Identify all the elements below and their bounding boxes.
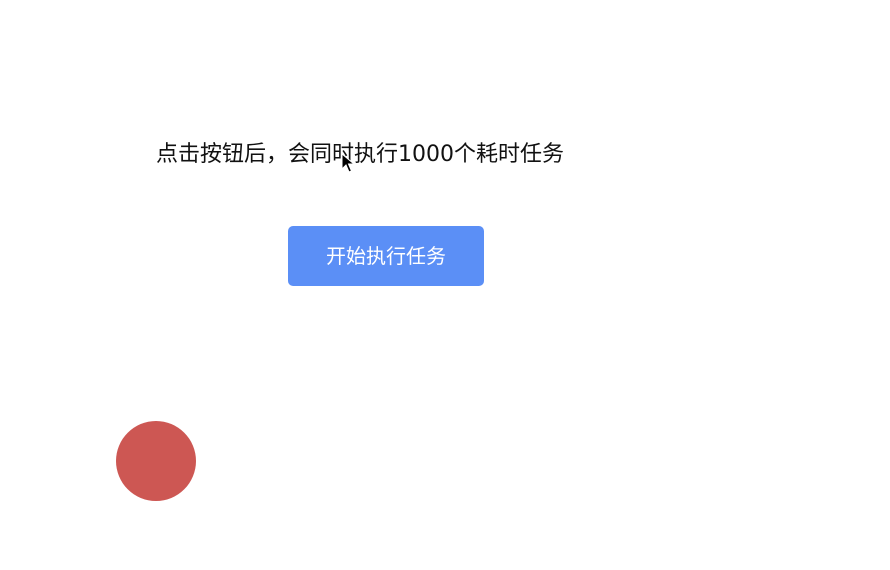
start-tasks-button[interactable]: 开始执行任务 (288, 226, 484, 286)
mouse-pointer-icon (341, 153, 355, 173)
page: 点击按钮后，会同时执行1000个耗时任务 开始执行任务 (0, 0, 890, 570)
task-description-text: 点击按钮后，会同时执行1000个耗时任务 (156, 142, 564, 167)
animated-ball (116, 421, 196, 501)
